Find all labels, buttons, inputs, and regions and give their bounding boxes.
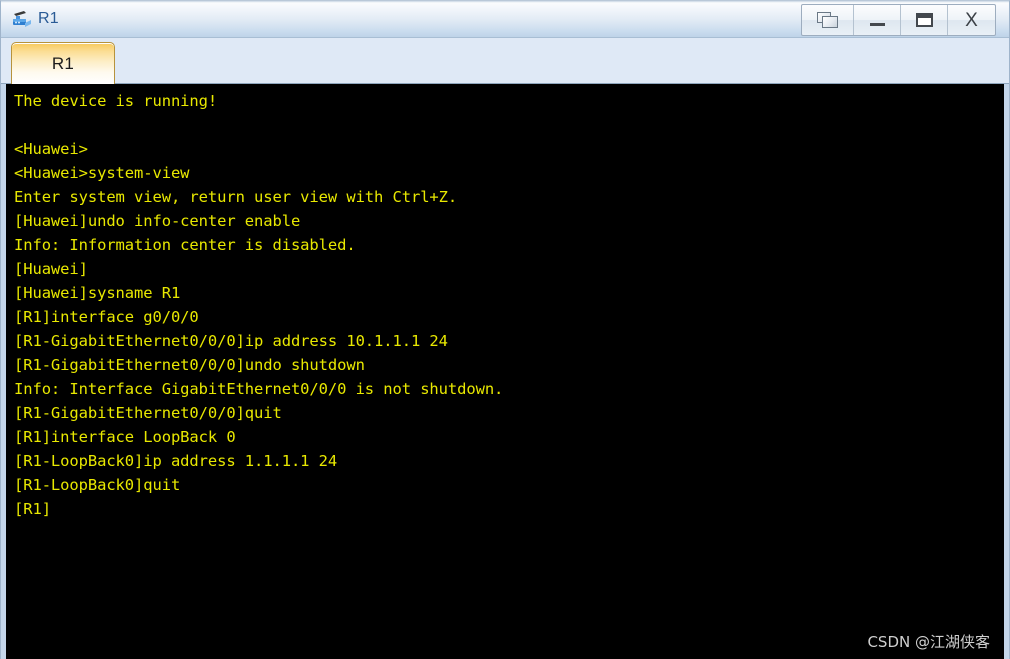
minimize-button[interactable] (854, 5, 901, 35)
minimize-icon (869, 23, 885, 26)
tab-strip: R1 (1, 38, 1009, 84)
router-icon (10, 7, 34, 31)
terminal-line: Info: Information center is disabled. (14, 236, 356, 254)
terminal-line: [R1-LoopBack0]quit (14, 476, 181, 494)
terminal-line: The device is running! (14, 92, 218, 110)
terminal-line: [R1-GigabitEthernet0/0/0]ip address 10.1… (14, 332, 448, 350)
terminal-line: [R1]interface LoopBack 0 (14, 428, 236, 446)
terminal-line: [Huawei] (14, 260, 88, 278)
terminal-line: [Huawei]undo info-center enable (14, 212, 301, 230)
terminal-line: <Huawei>system-view (14, 164, 190, 182)
close-button[interactable]: X (948, 5, 995, 35)
restore-window-button[interactable] (802, 5, 854, 35)
window-controls: X (801, 4, 996, 36)
terminal-console[interactable]: The device is running! <Huawei> <Huawei>sy… (1, 84, 1009, 659)
tab-label: R1 (51, 53, 75, 73)
terminal-output: The device is running! <Huawei> <Huawei>sy… (6, 84, 1004, 659)
terminal-window: R1 X R1 The device is running! <Huawei> (0, 0, 1010, 659)
terminal-line: Info: Interface GigabitEthernet0/0/0 is … (14, 380, 504, 398)
terminal-line: [R1] (14, 500, 51, 518)
terminal-line: [R1]interface g0/0/0 (14, 308, 199, 326)
tab-r1[interactable]: R1 (11, 42, 115, 84)
terminal-line: <Huawei> (14, 140, 88, 158)
terminal-line: [R1-GigabitEthernet0/0/0]quit (14, 404, 282, 422)
close-icon: X (965, 9, 978, 31)
title-bar: R1 X (1, 1, 1009, 38)
terminal-line: [Huawei]sysname R1 (14, 284, 181, 302)
watermark-text: CSDN @江湖侠客 (867, 633, 990, 651)
maximize-icon (915, 13, 933, 27)
terminal-line: [R1-GigabitEthernet0/0/0]undo shutdown (14, 356, 365, 374)
maximize-button[interactable] (901, 5, 948, 35)
window-title: R1 (38, 10, 59, 27)
terminal-line: Enter system view, return user view with… (14, 188, 458, 206)
terminal-line: [R1-LoopBack0]ip address 1.1.1.1 24 (14, 452, 338, 470)
restore-windows-icon (816, 11, 839, 29)
